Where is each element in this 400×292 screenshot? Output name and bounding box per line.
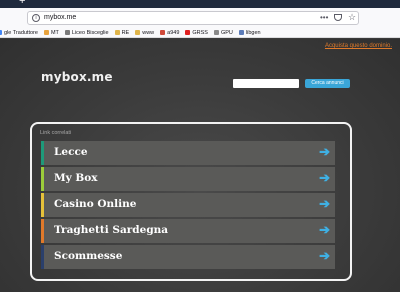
pocket-icon[interactable] [334,14,342,21]
globe-icon [213,30,219,35]
link-accent-bar [41,219,44,243]
link-label: Casino Online [54,198,137,210]
bookmark-favicon-icon [43,30,49,35]
arrow-right-icon: ➔ [319,144,330,159]
related-link-my-box[interactable]: My Box ➔ [41,167,335,191]
youtube-icon [185,30,191,35]
bookmark-item[interactable]: GPU [213,30,233,36]
bookmark-item[interactable]: GRSS [185,30,208,36]
search-button[interactable]: Cerca annunci [305,79,350,88]
bookmark-favicon-icon [64,30,70,35]
folder-icon [135,30,141,35]
bookmark-star-icon[interactable]: ☆ [348,12,356,23]
address-bar[interactable]: i mybox.me ••• ☆ [27,11,359,25]
section-label: Link correlati [40,130,72,136]
bookmark-favicon-icon [0,30,2,35]
link-accent-bar [41,193,44,217]
bookmark-folder[interactable]: www [135,30,154,36]
bookmark-item[interactable]: Liceo Bisceglie [64,30,109,36]
arrow-right-icon: ➔ [319,248,330,263]
link-label: My Box [54,172,98,184]
bookmark-item[interactable]: a949 [160,30,179,36]
tab-strip: + [0,0,400,8]
url-text[interactable]: mybox.me [44,13,76,23]
navigation-toolbar: i mybox.me ••• ☆ [0,8,400,28]
related-link-scommesse[interactable]: Scommesse ➔ [41,245,335,269]
bookmark-favicon-icon [238,30,244,35]
related-link-casino-online[interactable]: Casino Online ➔ [41,193,335,217]
arrow-right-icon: ➔ [319,170,330,185]
buy-domain-link[interactable]: Acquista questo dominio. [325,43,392,49]
link-label: Lecce [54,146,88,158]
page-content: Acquista questo dominio. mybox.me Cerca … [0,39,400,292]
link-label: Scommesse [54,250,123,262]
search-input[interactable] [233,79,299,88]
bookmark-favicon-icon [160,30,166,35]
bookmark-folder[interactable]: RE [114,30,129,36]
link-accent-bar [41,167,44,191]
related-link-traghetti-sardegna[interactable]: Traghetti Sardegna ➔ [41,219,335,243]
new-tab-button[interactable]: + [19,0,25,7]
site-info-icon[interactable]: i [32,14,40,22]
arrow-right-icon: ➔ [319,222,330,237]
bookmark-item[interactable]: MT [43,30,59,36]
link-label: Traghetti Sardegna [54,224,169,236]
bookmark-item[interactable]: libgen [238,30,261,36]
page-actions-icon[interactable]: ••• [320,13,328,23]
related-links-list: Lecce ➔ My Box ➔ Casino Online ➔ Traghet… [41,141,335,271]
link-accent-bar [41,141,44,165]
bookmark-item[interactable]: gle Traduttore [0,30,38,36]
link-accent-bar [41,245,44,269]
folder-icon [114,30,120,35]
arrow-right-icon: ➔ [319,196,330,211]
site-logo[interactable]: mybox.me [41,70,113,84]
bookmarks-toolbar: gle Traduttore MT Liceo Bisceglie RE www… [0,28,400,38]
related-link-lecce[interactable]: Lecce ➔ [41,141,335,165]
